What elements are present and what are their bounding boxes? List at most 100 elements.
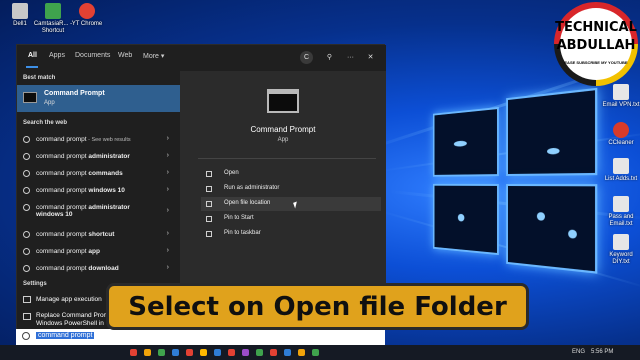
clock[interactable]: 5:56 PM [591, 349, 613, 355]
text-file-icon [613, 158, 629, 174]
taskbar-app-icon[interactable] [158, 349, 165, 356]
web-result[interactable]: command prompt commands › [17, 165, 180, 182]
preview-type: App [277, 137, 289, 143]
action-pin-to-start[interactable]: Pin to Start [201, 212, 381, 226]
pin-icon [206, 231, 212, 237]
tab-more[interactable]: More ▾ [143, 52, 164, 60]
more-options-icon[interactable]: ··· [344, 51, 357, 64]
account-avatar[interactable]: C [300, 51, 313, 64]
taskbar-app-icon[interactable] [312, 349, 319, 356]
settings-page-icon [23, 313, 31, 320]
web-result[interactable]: command prompt app › [17, 243, 180, 260]
tab-apps[interactable]: Apps [49, 52, 65, 59]
taskbar-app-icon[interactable] [172, 349, 179, 356]
tab-documents[interactable]: Documents [75, 52, 110, 59]
web-result[interactable]: command prompt administrator › [17, 148, 180, 165]
web-result-completion: administrator [88, 204, 130, 211]
desktop-icon-list-adds[interactable]: List Adds.txt [601, 158, 640, 183]
search-input[interactable]: command prompt [36, 332, 95, 339]
web-result-query: command prompt [36, 170, 89, 177]
desktop-icon-label: Keyword DIY.txt [609, 252, 633, 265]
action-open-file-location[interactable]: Open file location [201, 197, 381, 211]
channel-logo-line2: ABDULLAH [556, 38, 636, 53]
web-result-label: command prompt - See web results [36, 136, 131, 143]
chevron-right-icon: › [166, 230, 169, 237]
web-result[interactable]: command prompt windows 10 › [17, 182, 180, 199]
settings-page-icon [23, 296, 31, 303]
tab-all[interactable]: All [28, 52, 37, 59]
command-prompt-icon [23, 92, 37, 103]
close-icon[interactable]: ✕ [364, 51, 377, 64]
desktop-icon-pass-email[interactable]: Pass and Email.txt [601, 196, 640, 228]
search-icon [23, 136, 30, 143]
open-icon [206, 171, 212, 177]
taskbar-app-icon[interactable] [186, 349, 193, 356]
web-result-query: command prompt [36, 153, 89, 160]
tab-web[interactable]: Web [118, 52, 132, 59]
web-result-completion: administrator [88, 153, 130, 160]
web-result-label: command prompt administrator [36, 153, 130, 160]
taskbar-app-icon[interactable] [256, 349, 263, 356]
taskbar-app-icon[interactable] [214, 349, 221, 356]
desktop-icon-keyword-diy[interactable]: Keyword DIY.txt [601, 234, 640, 266]
action-label: Run as administrator [224, 185, 280, 191]
chevron-right-icon: › [166, 152, 169, 159]
chevron-right-icon: › [166, 247, 169, 254]
text-file-icon [613, 234, 629, 250]
taskbar-search-box[interactable]: command prompt [16, 329, 385, 345]
web-result-query: command prompt [36, 136, 87, 143]
taskbar-app-icon[interactable] [144, 349, 151, 356]
web-result-completion: shortcut [88, 231, 115, 238]
web-result[interactable]: command prompt - See web results › [17, 131, 180, 148]
action-open[interactable]: Open [201, 167, 381, 181]
web-result[interactable]: command prompt download › [17, 260, 180, 277]
web-result[interactable]: command prompt administrator windows 10 › [17, 199, 180, 225]
desktop-icon-ccleaner[interactable]: CCleaner [601, 122, 640, 147]
settings-heading: Settings [23, 281, 47, 287]
active-tab-indicator [26, 66, 38, 68]
web-result-label: command prompt shortcut [36, 231, 114, 238]
web-result-label: command prompt download [36, 265, 119, 272]
web-result-label: command prompt app [36, 248, 100, 255]
channel-logo-subtext: EASE SUBSCRIBE MY YOUTUBE [564, 60, 628, 65]
web-result-completion: download [88, 265, 119, 272]
desktop-icon-email-vpn[interactable]: Email VPN.txt [601, 84, 640, 109]
chevron-right-icon: › [166, 207, 169, 214]
taskbar-app-icon[interactable] [242, 349, 249, 356]
taskbar-app-icon[interactable] [284, 349, 291, 356]
desktop-icon-label: List Adds.txt [604, 176, 638, 182]
desktop-icon-yt-chrome[interactable]: YT Chrome [67, 3, 107, 28]
taskbar-app-icon[interactable] [130, 349, 137, 356]
desktop-icon-label: Dell1 [13, 21, 27, 27]
language-indicator[interactable]: ENG [572, 349, 585, 355]
web-result[interactable]: command prompt shortcut › [17, 226, 180, 243]
web-result-completion: commands [88, 170, 123, 177]
web-result-query: command prompt [36, 265, 89, 272]
web-result-query: command prompt [36, 248, 89, 255]
web-result-query: command prompt [36, 187, 89, 194]
search-icon [23, 187, 30, 194]
action-run-as-admin[interactable]: Run as administrator [201, 182, 381, 196]
windows-logo [432, 87, 602, 279]
taskbar-app-icon[interactable] [298, 349, 305, 356]
folder-icon [206, 201, 212, 207]
taskbar-app-icon[interactable] [228, 349, 235, 356]
preview-title: Command Prompt [250, 125, 316, 134]
action-label: Pin to Start [224, 215, 254, 221]
search-icon [23, 231, 30, 238]
feedback-icon[interactable]: ⚲ [323, 51, 336, 64]
desktop-icon-label: Pass and Email.txt [608, 214, 634, 227]
best-match-item[interactable]: Command Prompt App [17, 85, 180, 112]
taskbar-app-icon[interactable] [270, 349, 277, 356]
channel-logo: TECHNICAL ABDULLAH EASE SUBSCRIBE MY YOU… [554, 2, 638, 86]
command-prompt-large-icon [267, 89, 299, 113]
chevron-right-icon: › [166, 186, 169, 193]
desktop-icon-label: Email VPN.txt [602, 102, 640, 108]
taskbar-app-icon[interactable] [200, 349, 207, 356]
action-pin-to-taskbar[interactable]: Pin to taskbar [201, 227, 381, 241]
shield-icon [206, 186, 212, 192]
app-icon [79, 3, 95, 19]
channel-logo-line1: TECHNICAL [555, 20, 637, 35]
best-match-title: Command Prompt [44, 90, 105, 97]
desktop-icon-label: YT Chrome [71, 21, 103, 27]
